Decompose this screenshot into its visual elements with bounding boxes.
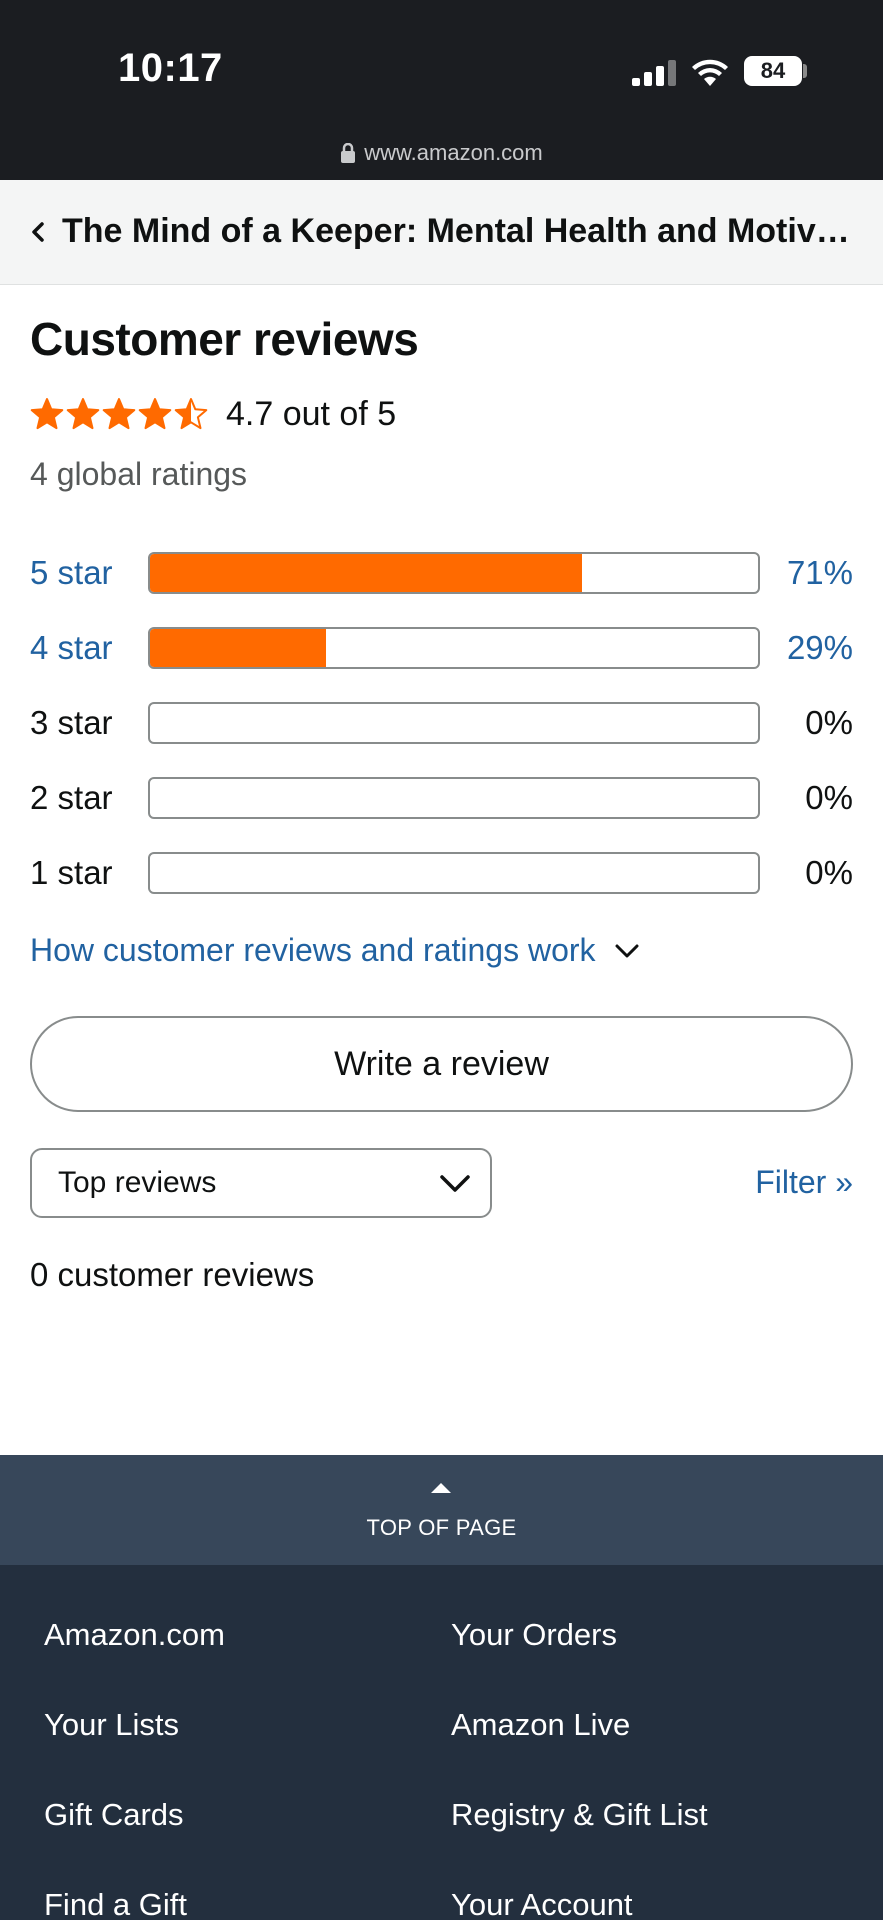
footer-link-your-orders[interactable]: Your Orders [451, 1617, 617, 1653]
battery-tip [803, 64, 807, 78]
reviews-heading: Customer reviews [30, 313, 419, 365]
url-bar[interactable]: www.amazon.com [0, 140, 883, 166]
top-of-page-label: TOP OF PAGE [366, 1515, 517, 1540]
star-icon [30, 398, 64, 430]
histogram-bar-track [148, 552, 760, 594]
histogram-percent: 29% [786, 629, 853, 666]
chevron-down-icon [615, 944, 639, 957]
back-chevron-icon[interactable] [28, 218, 48, 246]
footer-link-amazon[interactable]: Amazon.com [44, 1617, 225, 1653]
star-icon [66, 398, 100, 430]
histogram-row: 1 star 0% [30, 851, 853, 895]
histogram-bar-track [148, 852, 760, 894]
how-reviews-work-label: How customer reviews and ratings work [30, 932, 596, 968]
star-icon [138, 398, 172, 430]
cellular-signal-icon [632, 60, 676, 86]
histogram-star-label: 1 star [30, 854, 113, 891]
histogram-percent: 0% [805, 779, 853, 816]
sort-reviews-dropdown[interactable]: Top reviews [30, 1148, 492, 1218]
footer-link-your-lists[interactable]: Your Lists [44, 1707, 179, 1743]
histogram-row[interactable]: 5 star 71% [30, 551, 853, 595]
footer-link-registry[interactable]: Registry & Gift List [451, 1797, 708, 1833]
how-reviews-work-link[interactable]: How customer reviews and ratings work [30, 932, 640, 969]
customer-review-count: 0 customer reviews [30, 1256, 315, 1293]
histogram-row: 2 star 0% [30, 776, 853, 820]
product-title-bar: The Mind of a Keeper: Mental Health and … [0, 180, 883, 285]
chevron-down-icon [440, 1175, 470, 1192]
histogram-bar-track [148, 777, 760, 819]
histogram-bar-fill [150, 629, 327, 667]
histogram-star-label: 2 star [30, 779, 113, 816]
footer-link-amazon-live[interactable]: Amazon Live [451, 1707, 630, 1743]
histogram-bar-track [148, 627, 760, 669]
histogram-percent: 0% [805, 854, 853, 891]
histogram-row[interactable]: 4 star 29% [30, 626, 853, 670]
footer-link-gift-cards[interactable]: Gift Cards [44, 1797, 184, 1833]
status-bar: 10:17 84 www.amazon.com [0, 0, 883, 180]
sort-selected-value: Top reviews [58, 1166, 217, 1199]
star-icon [174, 398, 208, 430]
histogram-star-label: 4 star [30, 629, 113, 666]
star-icon [102, 398, 136, 430]
histogram-bar-fill [150, 554, 582, 592]
histogram-bar-track [148, 702, 760, 744]
back-to-top-button[interactable]: TOP OF PAGE [0, 1455, 883, 1565]
battery-indicator: 84 [744, 56, 802, 86]
histogram-percent: 0% [805, 704, 853, 741]
caret-up-icon [431, 1483, 451, 1493]
histogram-percent: 71% [786, 554, 853, 591]
filter-link[interactable]: Filter » [755, 1164, 853, 1201]
histogram-star-label: 5 star [30, 554, 113, 591]
histogram-row: 3 star 0% [30, 701, 853, 745]
footer-link-find-a-gift[interactable]: Find a Gift [44, 1887, 187, 1920]
url-text: www.amazon.com [364, 140, 543, 165]
status-time: 10:17 [118, 46, 223, 90]
histogram-star-label: 3 star [30, 704, 113, 741]
global-ratings-count: 4 global ratings [30, 456, 248, 492]
star-rating [30, 397, 208, 431]
write-review-button[interactable]: Write a review [30, 1016, 853, 1112]
wifi-icon [692, 59, 728, 86]
lock-icon [341, 143, 356, 163]
average-rating[interactable]: 4.7 out of 5 [30, 392, 396, 436]
product-title[interactable]: The Mind of a Keeper: Mental Health and … [62, 212, 852, 251]
footer-links: Amazon.com Your Lists Gift Cards Find a … [0, 1565, 883, 1920]
average-rating-text: 4.7 out of 5 [226, 394, 397, 433]
footer-link-your-account[interactable]: Your Account [451, 1887, 633, 1920]
